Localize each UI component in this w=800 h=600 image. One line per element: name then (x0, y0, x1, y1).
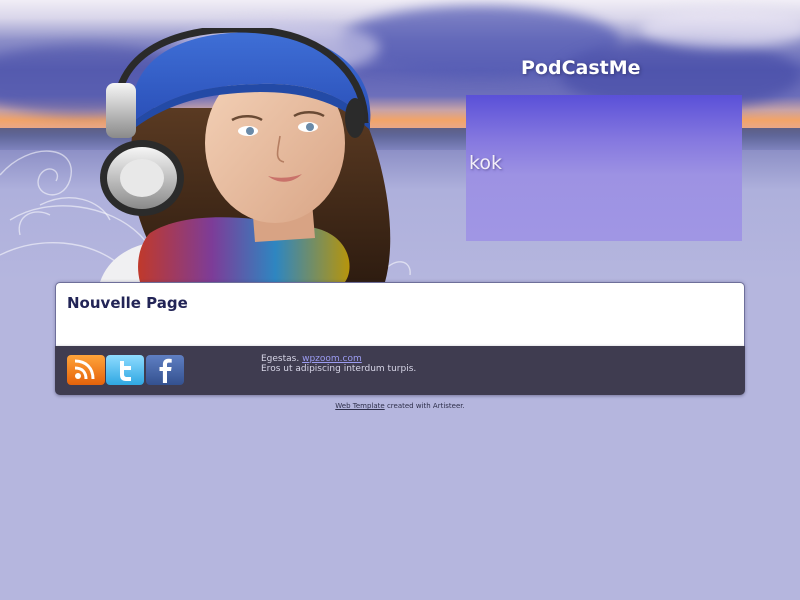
page: PodCastMe kok Nouvelle Page Egestas. wpz… (0, 0, 800, 600)
twitter-icon[interactable] (106, 355, 144, 385)
wpzoom-link[interactable]: wpzoom.com (302, 354, 362, 364)
cloud (640, 8, 800, 48)
slogan-text: kok (469, 152, 502, 174)
rss-icon[interactable] (67, 355, 105, 385)
site-title[interactable]: PodCastMe (521, 57, 641, 79)
credits: Web Template created with Artisteer. (0, 402, 800, 410)
header-banner: PodCastMe kok (0, 0, 800, 282)
footer-line-1: Egestas. wpzoom.com (261, 354, 416, 364)
footer-line-2: Eros ut adipiscing interdum turpis. (261, 364, 417, 374)
web-template-link[interactable]: Web Template (335, 402, 384, 410)
footer-text: Egestas. wpzoom.com Eros ut adipiscing i… (261, 354, 416, 374)
page-title: Nouvelle Page (67, 294, 188, 312)
facebook-icon[interactable] (146, 355, 184, 385)
footer-prefix: Egestas. (261, 354, 300, 364)
content-panel: Nouvelle Page (55, 282, 745, 347)
credits-suffix: created with Artisteer. (386, 402, 465, 410)
slogan-box: kok (466, 95, 742, 241)
girl-with-headphones-illustration (100, 28, 391, 282)
footer-bar: Egestas. wpzoom.com Eros ut adipiscing i… (55, 346, 745, 395)
